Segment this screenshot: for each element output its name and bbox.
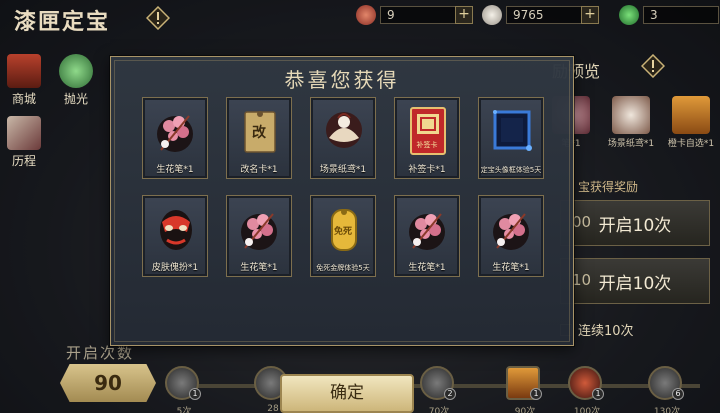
reward-card[interactable]: 生花笔*1 xyxy=(142,97,208,179)
plum-brush-icon xyxy=(493,213,529,250)
preview-subtitle: 宝获得奖励 xyxy=(578,180,639,194)
reward-card[interactable]: 补签卡 补签卡*1 xyxy=(394,97,460,179)
reward-card[interactable]: 皮肤傀扮*1 xyxy=(142,195,208,277)
milestone-label: 130次 xyxy=(653,407,681,413)
milestone-6[interactable]: 6 130次 xyxy=(648,366,684,413)
reward-card[interactable]: 场景纸鸢*1 xyxy=(310,97,376,179)
milestone-5[interactable]: 1 100次 xyxy=(568,366,604,413)
gold-tag-text: 免死 xyxy=(333,227,352,237)
open-10-label: 开启10次 xyxy=(598,273,672,294)
reward-name: 生花笔*1 xyxy=(492,263,530,273)
page-title: 漆匣定宝 xyxy=(14,9,111,35)
info-warning-icon[interactable] xyxy=(146,6,170,30)
silver-coin-icon xyxy=(482,5,502,25)
preview-info-icon[interactable] xyxy=(641,54,665,78)
side-item-shop[interactable]: 商城 xyxy=(0,54,48,107)
plum-brush-icon xyxy=(241,213,277,250)
supplement-card-text: 补签卡 xyxy=(416,141,438,149)
resource-jade: 3 xyxy=(619,5,719,25)
resource-brush: 9 + xyxy=(356,5,473,25)
opera-mask-icon xyxy=(160,210,192,250)
brush-currency-icon xyxy=(356,5,376,25)
side-item-throw-label: 抛光 xyxy=(63,92,88,106)
preview-item-label: 场景纸鸢*1 xyxy=(607,139,655,149)
rename-card-text: 改 xyxy=(252,125,266,141)
plum-brush-icon xyxy=(409,213,445,250)
resource-brush-value: 9 xyxy=(380,6,456,24)
milestone-badge: 2 xyxy=(444,388,456,400)
open-10-prefix: 00 xyxy=(572,213,592,231)
milestone-3[interactable]: 2 70次 xyxy=(420,366,456,413)
reward-card[interactable]: 生花笔*1 xyxy=(226,195,292,277)
milestone-label: 90次 xyxy=(514,407,536,413)
milestone-badge: 1 xyxy=(530,388,542,400)
open-10-label: 开启10次 xyxy=(598,215,672,236)
history-icon xyxy=(7,116,41,150)
preview-item-label: 橙卡自选*1 xyxy=(667,139,715,149)
reward-name: 补签卡*1 xyxy=(408,165,446,175)
resource-jade-value: 3 xyxy=(643,6,719,24)
continuous-label: 连续10次 xyxy=(578,324,634,339)
add-brush-button[interactable]: + xyxy=(455,6,473,24)
reward-card[interactable]: 定宝头像框体验5天 xyxy=(478,97,544,179)
confirm-button[interactable]: 确定 xyxy=(280,374,414,413)
plum-brush-icon xyxy=(157,115,193,152)
milestone-label: 100次 xyxy=(573,407,601,413)
reward-name: 生花笔*1 xyxy=(240,263,278,273)
reward-name: 生花笔*1 xyxy=(408,263,446,273)
reward-name: 场景纸鸢*1 xyxy=(319,165,367,175)
reward-dialog: 恭喜您获得 生花笔*1 改 改名卡*1 场景纸鸢*1 补签卡 补签卡*1 定宝头… xyxy=(110,56,574,346)
resource-silver-value: 9765 xyxy=(506,6,582,24)
card-pick-icon xyxy=(672,96,710,134)
reward-name: 皮肤傀扮*1 xyxy=(151,263,199,273)
paper-figure-icon xyxy=(612,96,650,134)
add-silver-button[interactable]: + xyxy=(581,6,599,24)
shop-icon xyxy=(7,54,41,88)
dialog-title: 恭喜您获得 xyxy=(284,68,400,92)
reward-name: 免死金牌体验5天 xyxy=(316,264,370,272)
milestone-label: 5次 xyxy=(176,407,192,413)
reward-name: 改名卡*1 xyxy=(240,165,278,175)
milestone-badge: 1 xyxy=(189,388,201,400)
milestone-badge: 1 xyxy=(592,388,604,400)
side-item-shop-label: 商城 xyxy=(11,92,36,106)
reward-name: 生花笔*1 xyxy=(156,165,194,175)
side-item-throw[interactable]: 抛光 xyxy=(52,54,100,107)
throw-icon xyxy=(59,54,93,88)
open-10-prefix: 10 xyxy=(572,271,592,289)
reward-card[interactable]: 生花笔*1 xyxy=(394,195,460,277)
avatar-frame-icon xyxy=(493,110,532,151)
side-item-history[interactable]: 历程 xyxy=(0,116,48,169)
milestone-4[interactable]: 1 90次 xyxy=(506,366,542,413)
preview-item: 场景纸鸢*1 xyxy=(605,96,657,149)
side-item-history-label: 历程 xyxy=(11,154,36,168)
reward-card[interactable]: 生花笔*1 xyxy=(478,195,544,277)
milestone-badge: 6 xyxy=(672,388,684,400)
jade-icon xyxy=(619,5,639,25)
reward-card[interactable]: 免死 免死金牌体验5天 xyxy=(310,195,376,277)
preview-item: 橙卡自选*1 xyxy=(665,96,717,149)
milestone-label: 70次 xyxy=(428,407,450,413)
reward-grid: 生花笔*1 改 改名卡*1 场景纸鸢*1 补签卡 补签卡*1 定宝头像框体验5天… xyxy=(142,97,546,277)
milestone-1[interactable]: 1 5次 xyxy=(165,366,201,413)
resource-silver: 9765 + xyxy=(482,5,599,25)
reward-name: 定宝头像框体验5天 xyxy=(480,166,542,174)
paper-kite-figure-icon xyxy=(326,112,362,148)
reward-card[interactable]: 改 改名卡*1 xyxy=(226,97,292,179)
count-value: 90 xyxy=(60,364,156,402)
